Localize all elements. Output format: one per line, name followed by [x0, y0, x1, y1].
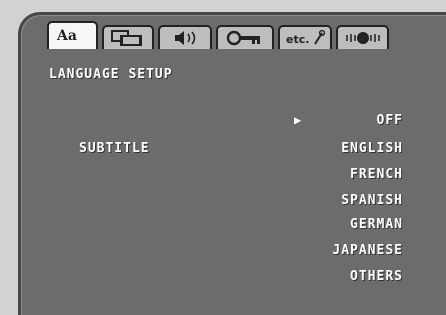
- tab-password[interactable]: [216, 25, 274, 49]
- option-others[interactable]: OTHERS: [283, 269, 403, 284]
- page-title: LANGUAGE SETUP: [49, 67, 173, 82]
- svg-text:Aa: Aa: [56, 28, 77, 44]
- setup-tab-bar: Aa etc.: [47, 21, 389, 49]
- option-english[interactable]: ENGLISH: [283, 141, 403, 156]
- display-icon: [111, 30, 142, 46]
- osd-screen: Aa etc. LANGUAGE SETUP SUBTITLE ▶ OFF EN…: [18, 12, 446, 315]
- tab-display[interactable]: [102, 25, 154, 49]
- tab-language[interactable]: Aa: [47, 21, 98, 49]
- option-spanish[interactable]: SPANISH: [283, 193, 403, 208]
- tab-misc[interactable]: etc.: [278, 25, 332, 49]
- key-icon: [226, 30, 260, 46]
- option-off[interactable]: OFF: [283, 113, 403, 128]
- language-icon: Aa: [56, 28, 77, 44]
- tab-audio[interactable]: [158, 25, 212, 49]
- misc-tools-icon: etc.: [286, 29, 325, 46]
- audio-icon: [175, 31, 196, 45]
- option-german[interactable]: GERMAN: [283, 217, 403, 232]
- option-french[interactable]: FRENCH: [283, 167, 403, 182]
- svg-text:etc.: etc.: [286, 33, 309, 46]
- option-japanese[interactable]: JAPANESE: [283, 243, 403, 258]
- tab-speaker[interactable]: [336, 25, 389, 49]
- subtitle-label: SUBTITLE: [79, 141, 150, 156]
- speaker-icon: [345, 32, 380, 44]
